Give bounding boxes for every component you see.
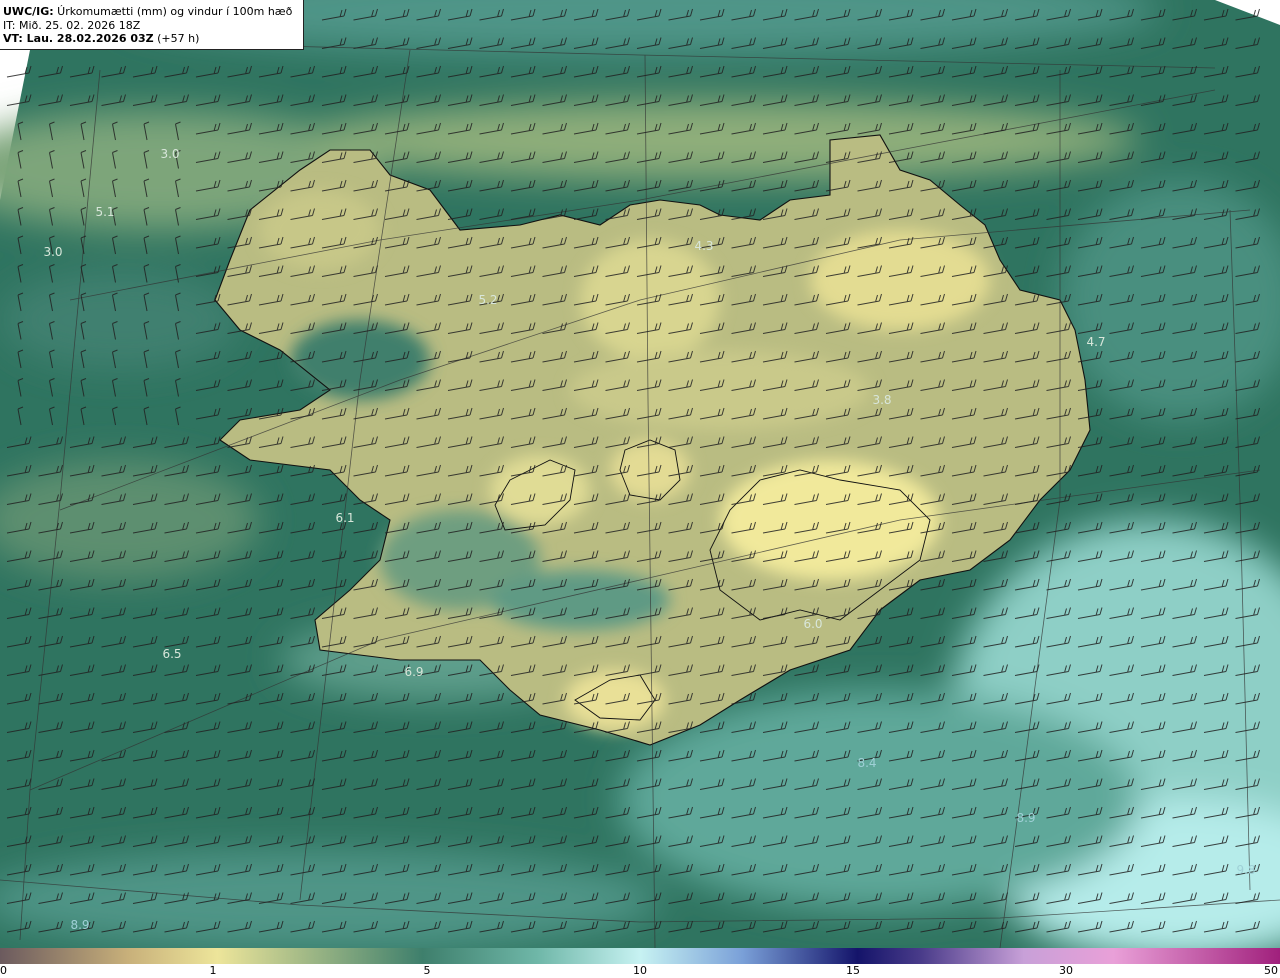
value-label: 6.1	[335, 511, 354, 525]
product-line: UWC/IG: Úrkomumætti (mm) og vindur í 100…	[3, 5, 303, 19]
weather-map: 3.0 5.1 3.0 5.2 4.3 4.7 3.8 6.1 6.0 6.5 6.9 8.4 8.9 9…	[0, 0, 1280, 948]
value-label: 6.9	[404, 665, 423, 679]
value-label: 8.9	[70, 918, 89, 932]
value-label: 3.8	[872, 393, 891, 407]
forecast-hour: (+57 h)	[153, 32, 200, 45]
value-label: 4.3	[694, 239, 713, 253]
value-label: 8.9	[1016, 811, 1035, 825]
colorbar	[0, 948, 1280, 964]
value-label: 3.0	[160, 147, 179, 161]
map-header: UWC/IG: Úrkomumætti (mm) og vindur í 100…	[0, 0, 304, 50]
value-label: 5.2	[478, 293, 497, 307]
colorbar-tick-label: 15	[846, 964, 860, 977]
colorbar-tick-label: 1	[209, 964, 217, 977]
colorbar-tick-label: 30	[1059, 964, 1073, 977]
colorbar-tick-label: 50	[1264, 964, 1278, 977]
value-label: 4.7	[1086, 335, 1105, 349]
value-label: 6.5	[162, 647, 181, 661]
value-label: 8.4	[857, 756, 876, 770]
colorbar-tick-label: 10	[633, 964, 647, 977]
product-description: Úrkomumætti (mm) og vindur í 100m hæð	[53, 5, 293, 18]
value-label: 3.0	[43, 245, 62, 259]
value-label: 6.0	[803, 617, 822, 631]
colorbar-tick-label: 5	[423, 964, 431, 977]
init-time: IT: Mið. 25. 02. 2026 18Z	[3, 18, 141, 32]
valid-time-line: VT: Lau. 28.02.2026 03Z (+57 h)	[3, 32, 303, 46]
value-label: 5.1	[95, 205, 114, 219]
valid-time: VT: Lau. 28.02.2026 03Z	[3, 32, 154, 45]
value-label: 9.8	[1236, 863, 1255, 877]
product-prefix: UWC/IG:	[3, 5, 54, 18]
colorbar-tick-label: 0	[0, 964, 7, 977]
